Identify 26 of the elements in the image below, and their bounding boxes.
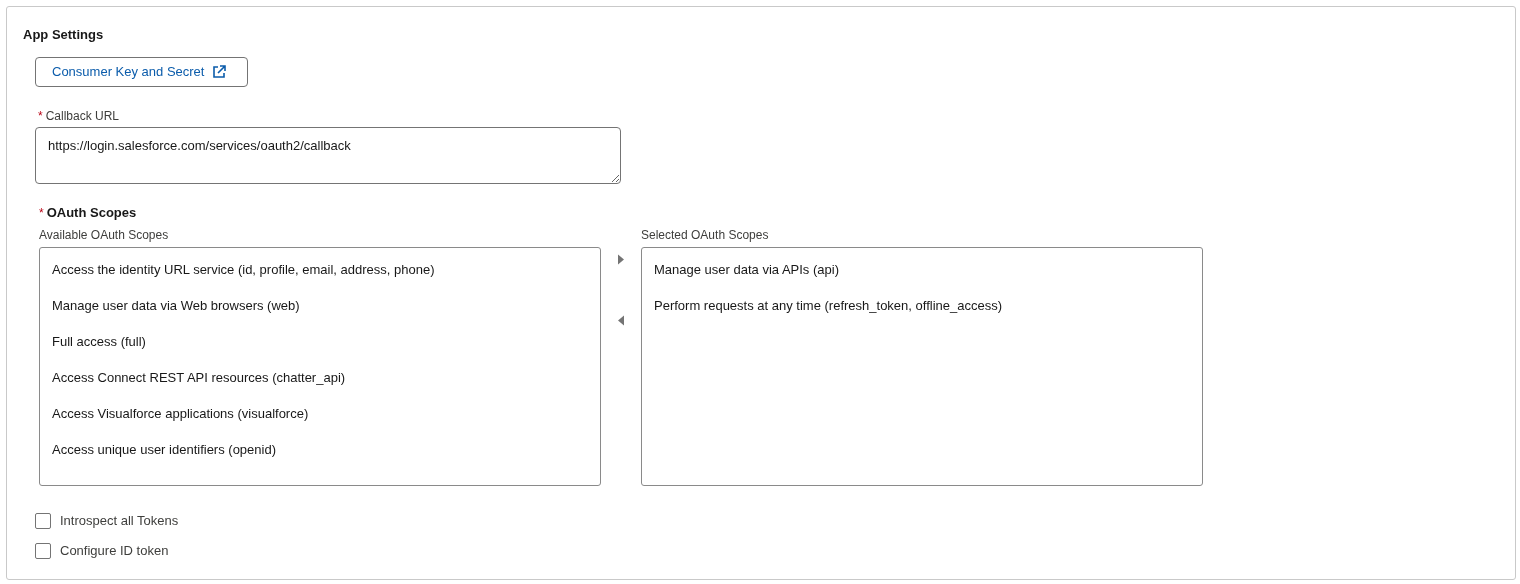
section-title: App Settings	[23, 27, 104, 43]
field-label: Callback URL	[45, 108, 120, 125]
callback-url-field[interactable]: https://login.salesforce.com/services/oauth2/callback	[35, 127, 621, 184]
scope-option[interactable]: Access unique user identifiers (openid)	[40, 440, 288, 476]
scope-listbox[interactable]	[39, 247, 601, 486]
checkbox-label: Configure ID token	[60, 542, 169, 561]
required-mark: *	[38, 108, 43, 125]
checkbox-label: Introspect all Tokens	[60, 512, 179, 531]
scope-option[interactable]: Access Connect REST API resources (chatter_api)	[40, 368, 358, 404]
move-left-icon[interactable]	[617, 315, 625, 326]
scope-option[interactable]: Full access (full)	[40, 332, 158, 368]
section-subtitle: OAuth Scopes	[46, 204, 137, 223]
external-link-icon	[212, 65, 227, 79]
checkbox[interactable]	[35, 543, 51, 559]
list-label: Available OAuth Scopes	[39, 227, 170, 244]
scope-option[interactable]: Access Visualforce applications (visualforce)	[40, 404, 321, 440]
scope-option[interactable]: Perform requests at any time (refresh_token, offline_access)	[642, 296, 1015, 332]
checkbox[interactable]	[35, 513, 51, 529]
scope-listbox[interactable]: Manage user data via APIs (api) Perform requests at any time (refresh_token, offline_access)	[641, 247, 1203, 486]
scope-option[interactable]: Manage user data via Web browsers (web)	[40, 296, 312, 332]
scope-option[interactable]: Access the identity URL service (id, profile, email, address, phone)	[40, 260, 447, 296]
list-label: Selected OAuth Scopes	[641, 227, 770, 244]
move-right-icon[interactable]	[617, 254, 625, 265]
consumer-key-button[interactable]: Consumer Key and Secret	[35, 57, 248, 87]
scope-option[interactable]: Manage user data via APIs (api)	[642, 260, 851, 296]
required-mark: *	[39, 205, 44, 222]
